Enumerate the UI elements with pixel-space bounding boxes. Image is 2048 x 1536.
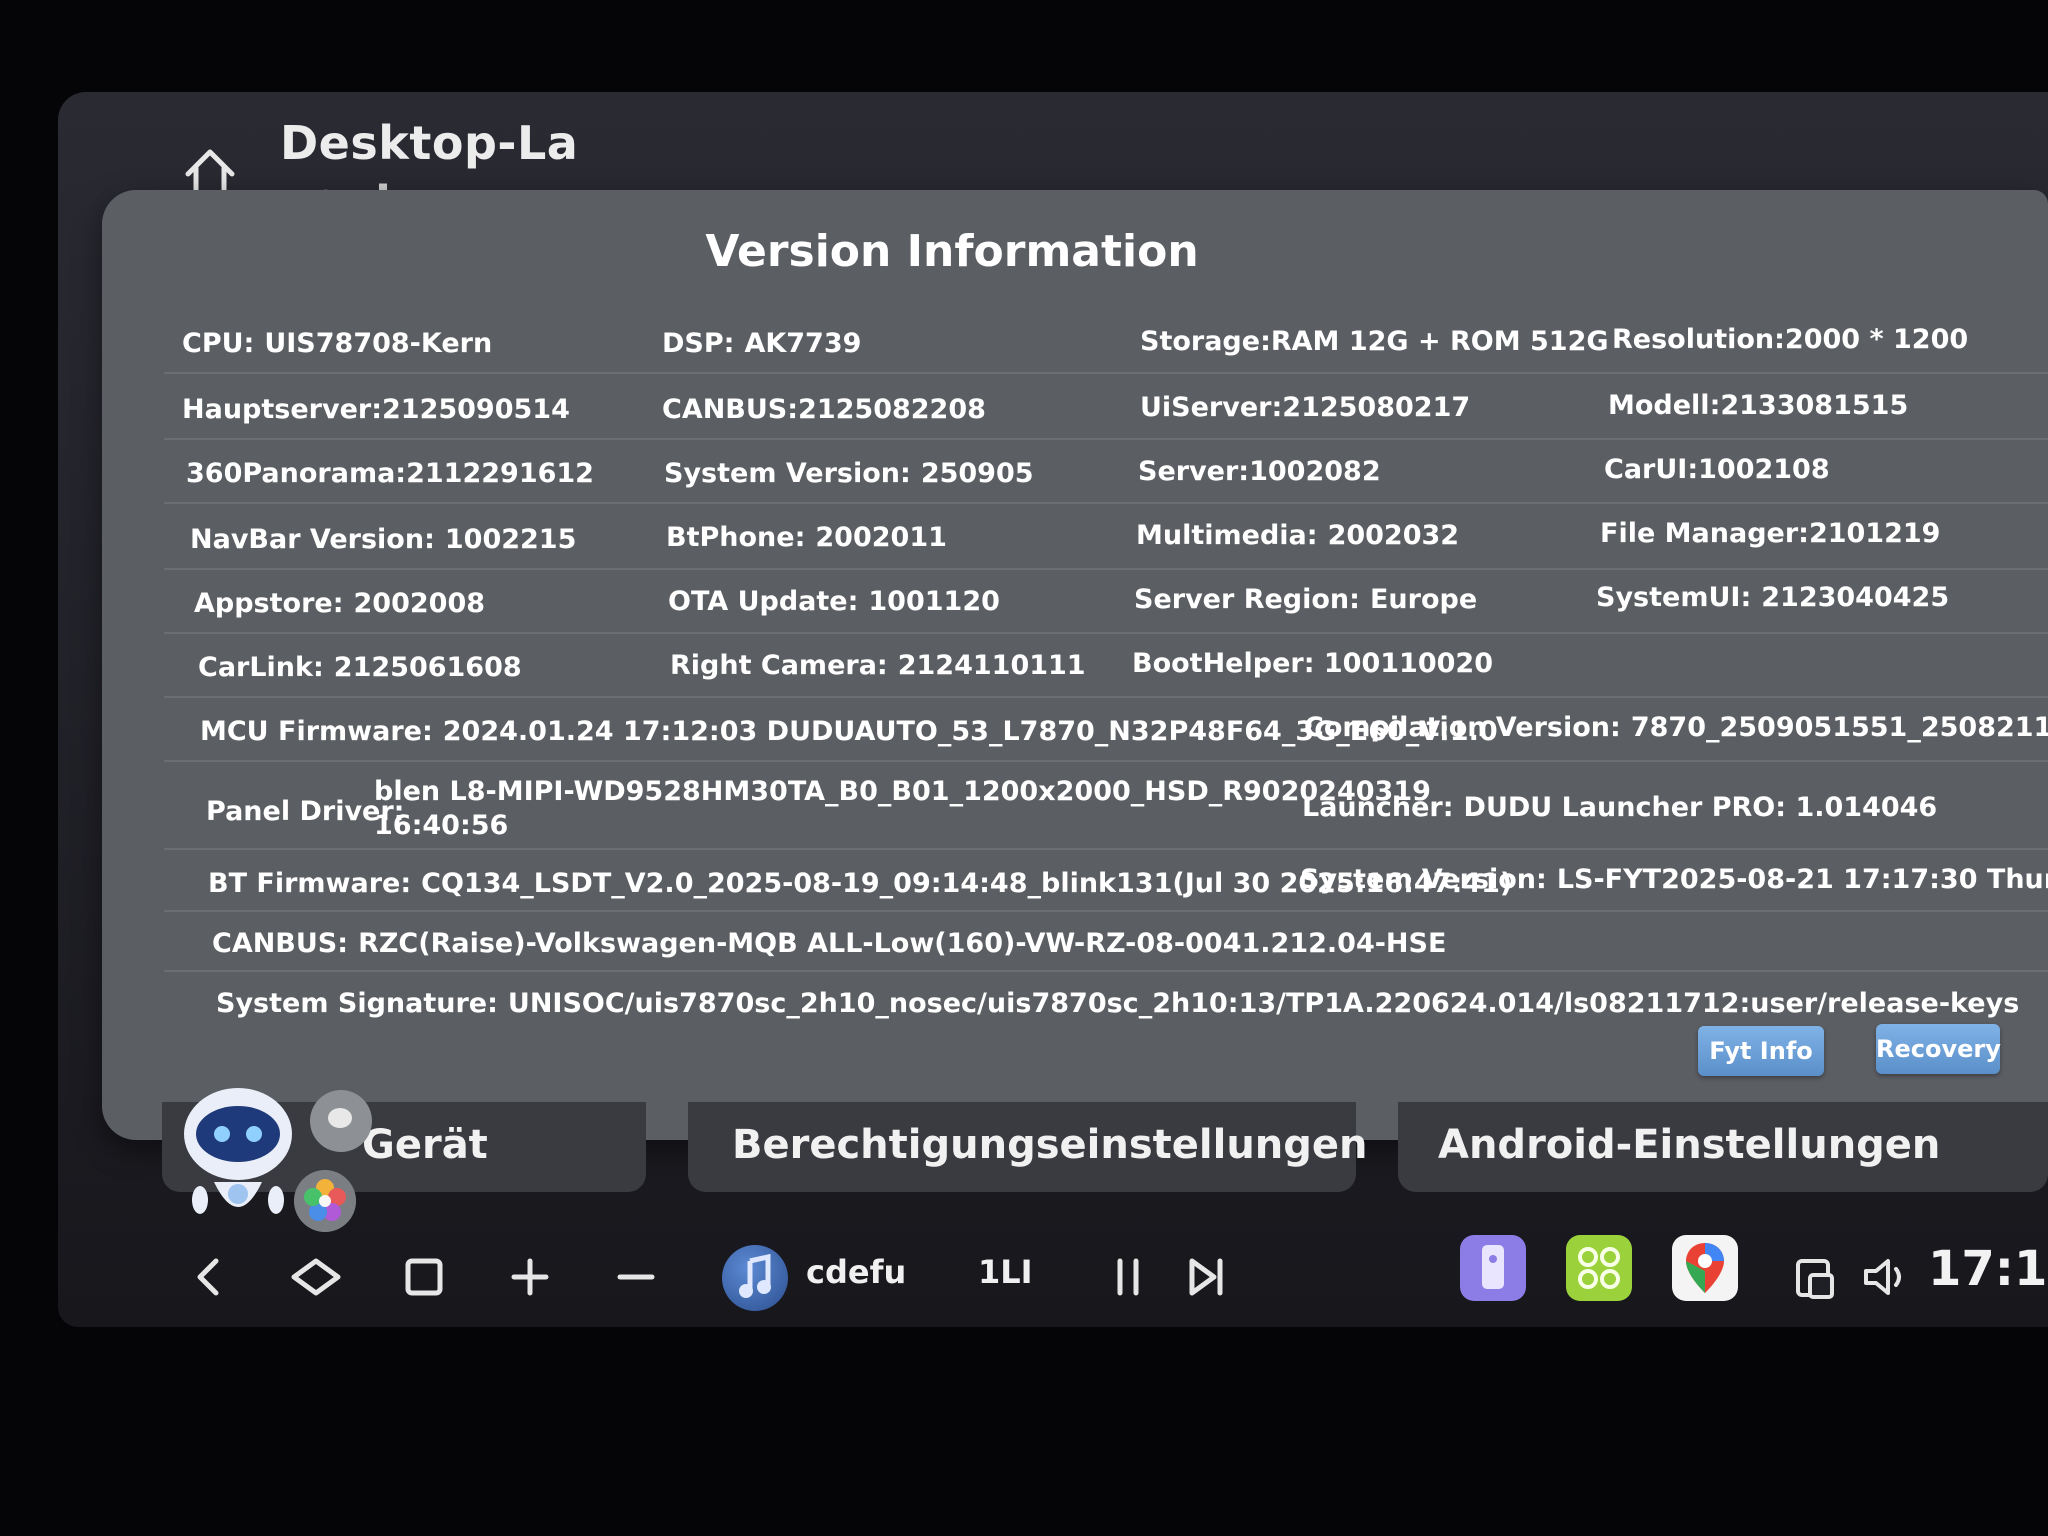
panel-driver-value: blen L8-MIPI-WD9528HM30TA_B0_B01_1200x20… — [374, 776, 1431, 807]
wide-row-signature: System Signature: UNISOC/uis7870sc_2h10_n… — [164, 972, 2048, 1034]
info-cell: Storage:RAM 12G + ROM 512G — [1140, 326, 1609, 357]
home-nav-icon[interactable] — [286, 1247, 346, 1307]
desktop-layout-title: Desktop-La — [280, 116, 579, 170]
clock: 17:16 — [1928, 1241, 2048, 1297]
info-cell: OTA Update: 1001120 — [668, 586, 1000, 617]
info-row-4: NavBar Version: 1002215 BtPhone: 2002011 M… — [164, 504, 2048, 570]
phone-link-icon — [1482, 1245, 1504, 1289]
info-cell: BtPhone: 2002011 — [666, 522, 947, 553]
mcu-firmware: MCU Firmware: 2024.01.24 17:12:03 DUDUAUT… — [200, 716, 1498, 747]
tile-berechtigungseinstellungen[interactable]: Berechtigungseinstellungen — [688, 1102, 1368, 1192]
phone-screen-icon[interactable] — [1784, 1247, 1844, 1307]
fyt-info-button[interactable]: Fyt Info — [1698, 1026, 1824, 1076]
info-cell: System Version: 250905 — [664, 458, 1034, 489]
info-cell: Modell:2133081515 — [1608, 390, 1909, 421]
head-unit-screen: Desktop-La yout Version Information CPU:… — [58, 92, 2048, 1327]
tile-android-label: Android-Einstellungen — [1438, 1122, 1941, 1168]
info-cell: Multimedia: 2002032 — [1136, 520, 1460, 551]
info-row-3: 360Panorama:2112291612 System Version: 25… — [164, 440, 2048, 504]
wide-row-mcu: MCU Firmware: 2024.01.24 17:12:03 DUDUAUT… — [164, 698, 2048, 762]
info-cell: 360Panorama:2112291612 — [186, 458, 594, 489]
wide-row-canbus: CANBUS: RZC(Raise)-Volkswagen-MQB ALL-Low… — [164, 912, 2048, 972]
dock-app-phone-link[interactable] — [1460, 1235, 1526, 1301]
photos-flower-icon[interactable] — [294, 1170, 356, 1232]
tile-geraet-label: Gerät — [362, 1122, 488, 1168]
info-cell: NavBar Version: 1002215 — [190, 524, 577, 555]
dock-app-maps[interactable] — [1672, 1235, 1738, 1301]
info-cell: CANBUS:2125082208 — [662, 394, 986, 425]
skip-next-icon[interactable] — [1176, 1247, 1236, 1307]
info-cell: Server Region: Europe — [1134, 584, 1478, 615]
tile-berechtigung-label: Berechtigungseinstellungen — [732, 1122, 1368, 1168]
app-grid-icon — [1578, 1247, 1620, 1289]
music-note-icon[interactable] — [722, 1245, 788, 1311]
volume-up-icon[interactable] — [500, 1247, 560, 1307]
maps-pin-icon — [1686, 1243, 1724, 1293]
recovery-button[interactable]: Recovery — [1876, 1024, 2001, 1074]
info-cell: Appstore: 2002008 — [194, 588, 486, 619]
recent-apps-icon[interactable] — [394, 1247, 454, 1307]
speaker-volume-icon[interactable] — [1854, 1247, 1914, 1307]
chat-bubble-icon[interactable] — [310, 1090, 372, 1152]
info-cell: Resolution:2000 * 1200 — [1612, 324, 1969, 355]
info-row-5: Appstore: 2002008 OTA Update: 1001120 Serv… — [164, 570, 2048, 634]
info-cell: CarLink: 2125061608 — [198, 652, 522, 683]
compilation-version: Compilation Version: 7870_2509051551_2508… — [1304, 712, 2048, 743]
info-cell: DSP: AK7739 — [662, 328, 862, 359]
voice-assistant-robot-icon[interactable] — [178, 1082, 298, 1232]
system-signature: System Signature: UNISOC/uis7870sc_2h10_n… — [216, 988, 2020, 1019]
info-row-6: CarLink: 2125061608 Right Camera: 21241101… — [164, 634, 2048, 698]
info-cell: SystemUI: 2123040425 — [1596, 582, 1950, 613]
info-cell: Server:1002082 — [1138, 456, 1381, 487]
dock-app-launcher-grid[interactable] — [1566, 1235, 1632, 1301]
now-playing-title[interactable]: cdefu — [806, 1253, 906, 1291]
info-row-1: CPU: UIS78708-Kern DSP: AK7739 Storage:RAM… — [164, 308, 2048, 374]
panel-driver-value-2: 16:40:56 — [374, 810, 509, 841]
info-cell: File Manager:2101219 — [1600, 518, 1941, 549]
info-cell: CarUI:1002108 — [1604, 454, 1830, 485]
volume-down-icon[interactable] — [606, 1247, 666, 1307]
dialog-title: Version Information — [705, 226, 1199, 277]
wide-row-panel: Panel Driver: blen L8-MIPI-WD9528HM30TA_… — [164, 762, 2048, 850]
pause-icon[interactable] — [1098, 1247, 1158, 1307]
info-cell: BootHelper: 100110020 — [1132, 648, 1493, 679]
system-version-full: System Version: LS-FYT2025-08-21 17:17:30… — [1300, 864, 2048, 895]
version-information-dialog: Version Information CPU: UIS78708-Kern DS… — [102, 190, 2048, 1140]
info-row-2: Hauptserver:2125090514 CANBUS:2125082208… — [164, 374, 2048, 440]
info-cell: CPU: UIS78708-Kern — [182, 328, 493, 359]
canbus-info: CANBUS: RZC(Raise)-Volkswagen-MQB ALL-Low… — [212, 928, 1447, 959]
bottom-navigation-bar: cdefu 1LI 17:1 — [58, 1227, 2048, 1327]
now-playing-extra: 1LI — [978, 1253, 1033, 1291]
info-cell: Right Camera: 2124110111 — [670, 650, 1086, 681]
info-cell: Hauptserver:2125090514 — [182, 394, 570, 425]
back-icon[interactable] — [180, 1247, 240, 1307]
tile-android-einstellungen[interactable]: Android-Einstellungen — [1398, 1102, 2048, 1192]
launcher-version: Launcher: DUDU Launcher PRO: 1.014046 — [1302, 792, 1938, 823]
info-cell: UiServer:2125080217 — [1140, 392, 1471, 423]
wide-row-bt: BT Firmware: CQ134_LSDT_V2.0_2025-08-19_0… — [164, 850, 2048, 912]
